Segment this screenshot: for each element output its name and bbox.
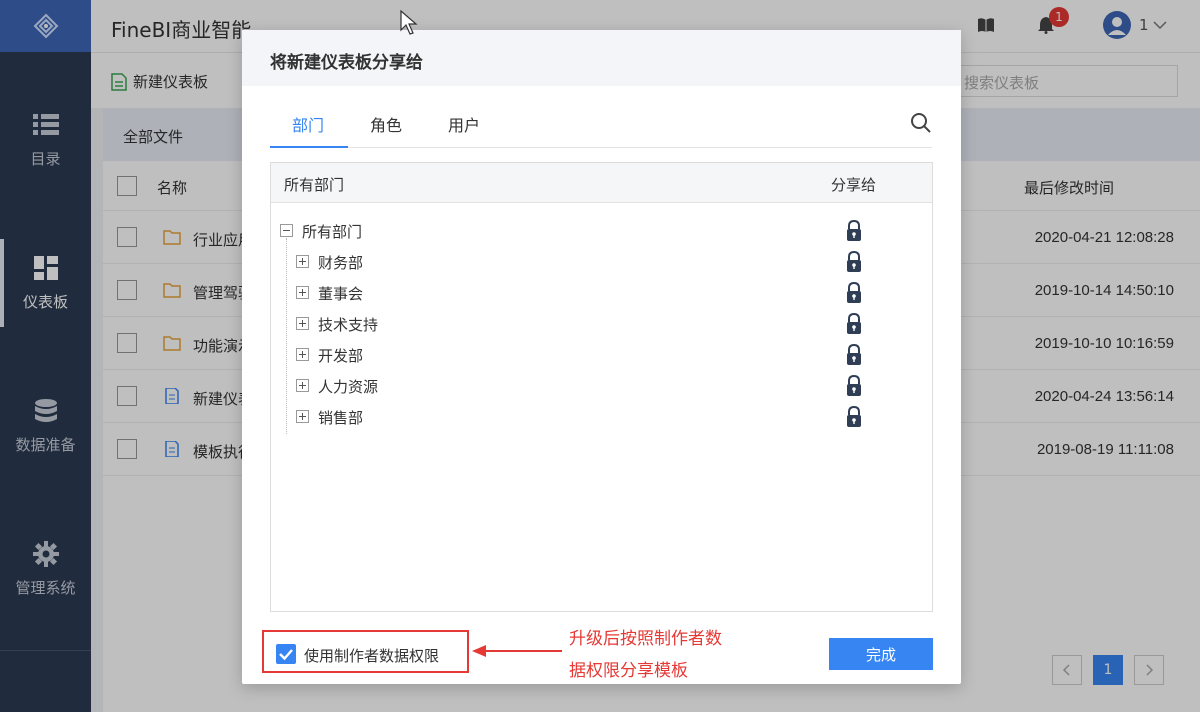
tree-node-label: 董事会 bbox=[318, 285, 364, 303]
collapse-toggle[interactable] bbox=[280, 224, 293, 237]
tree-node-label: 技术支持 bbox=[318, 316, 379, 334]
expand-toggle[interactable] bbox=[296, 410, 309, 423]
search-icon[interactable] bbox=[910, 112, 932, 134]
use-creator-permission-label[interactable]: 使用制作者数据权限 bbox=[304, 645, 439, 666]
tree-node-label: 销售部 bbox=[318, 409, 364, 427]
tree-header-share: 分享给 bbox=[831, 176, 877, 194]
mouse-cursor-icon bbox=[400, 10, 418, 35]
lock-icon[interactable] bbox=[845, 313, 863, 335]
tree-node-label: 财务部 bbox=[318, 254, 364, 272]
lock-icon[interactable] bbox=[845, 251, 863, 273]
use-creator-permission-checkbox[interactable] bbox=[276, 644, 296, 664]
lock-icon[interactable] bbox=[845, 220, 863, 242]
tree-guide-line bbox=[286, 238, 287, 434]
department-tree: 所有部门 分享给 所有部门 财务部 董事会 技术支持 开发部 人力资源 销售部 bbox=[270, 162, 933, 612]
annotation-text-line1: 升级后按照制作者数 bbox=[569, 629, 722, 649]
tree-node-department[interactable]: 开发部 bbox=[271, 341, 932, 369]
expand-toggle[interactable] bbox=[296, 348, 309, 361]
tree-node-department[interactable]: 财务部 bbox=[271, 248, 932, 276]
tree-node-department[interactable]: 董事会 bbox=[271, 279, 932, 307]
active-tab-indicator bbox=[270, 146, 348, 148]
tree-node-label: 人力资源 bbox=[318, 378, 379, 396]
share-tabs: 部门 角色 用户 bbox=[270, 100, 932, 148]
lock-icon[interactable] bbox=[845, 344, 863, 366]
tree-header: 所有部门 分享给 bbox=[271, 163, 932, 203]
expand-toggle[interactable] bbox=[296, 286, 309, 299]
tab-department[interactable]: 部门 bbox=[292, 112, 324, 136]
expand-toggle[interactable] bbox=[296, 379, 309, 392]
annotation-text-line2: 据权限分享模板 bbox=[569, 661, 688, 681]
done-button[interactable]: 完成 bbox=[829, 638, 933, 670]
tab-user[interactable]: 用户 bbox=[448, 112, 480, 136]
tab-role[interactable]: 角色 bbox=[370, 112, 402, 136]
check-icon bbox=[279, 649, 293, 661]
tree-node-label: 所有部门 bbox=[302, 223, 363, 241]
tree-header-name: 所有部门 bbox=[284, 176, 345, 194]
annotation-arrow bbox=[472, 645, 562, 657]
lock-icon[interactable] bbox=[845, 406, 863, 428]
share-dialog: 将新建仪表板分享给 部门 角色 用户 所有部门 分享给 所有部门 财务部 董事会 bbox=[242, 30, 961, 684]
expand-toggle[interactable] bbox=[296, 317, 309, 330]
expand-toggle[interactable] bbox=[296, 255, 309, 268]
lock-icon[interactable] bbox=[845, 282, 863, 304]
lock-icon[interactable] bbox=[845, 375, 863, 397]
tree-node-department[interactable]: 人力资源 bbox=[271, 372, 932, 400]
dialog-title: 将新建仪表板分享给 bbox=[242, 30, 961, 86]
tree-node-root[interactable]: 所有部门 bbox=[271, 217, 932, 245]
tree-node-department[interactable]: 销售部 bbox=[271, 403, 932, 431]
tree-node-department[interactable]: 技术支持 bbox=[271, 310, 932, 338]
tree-node-label: 开发部 bbox=[318, 347, 364, 365]
